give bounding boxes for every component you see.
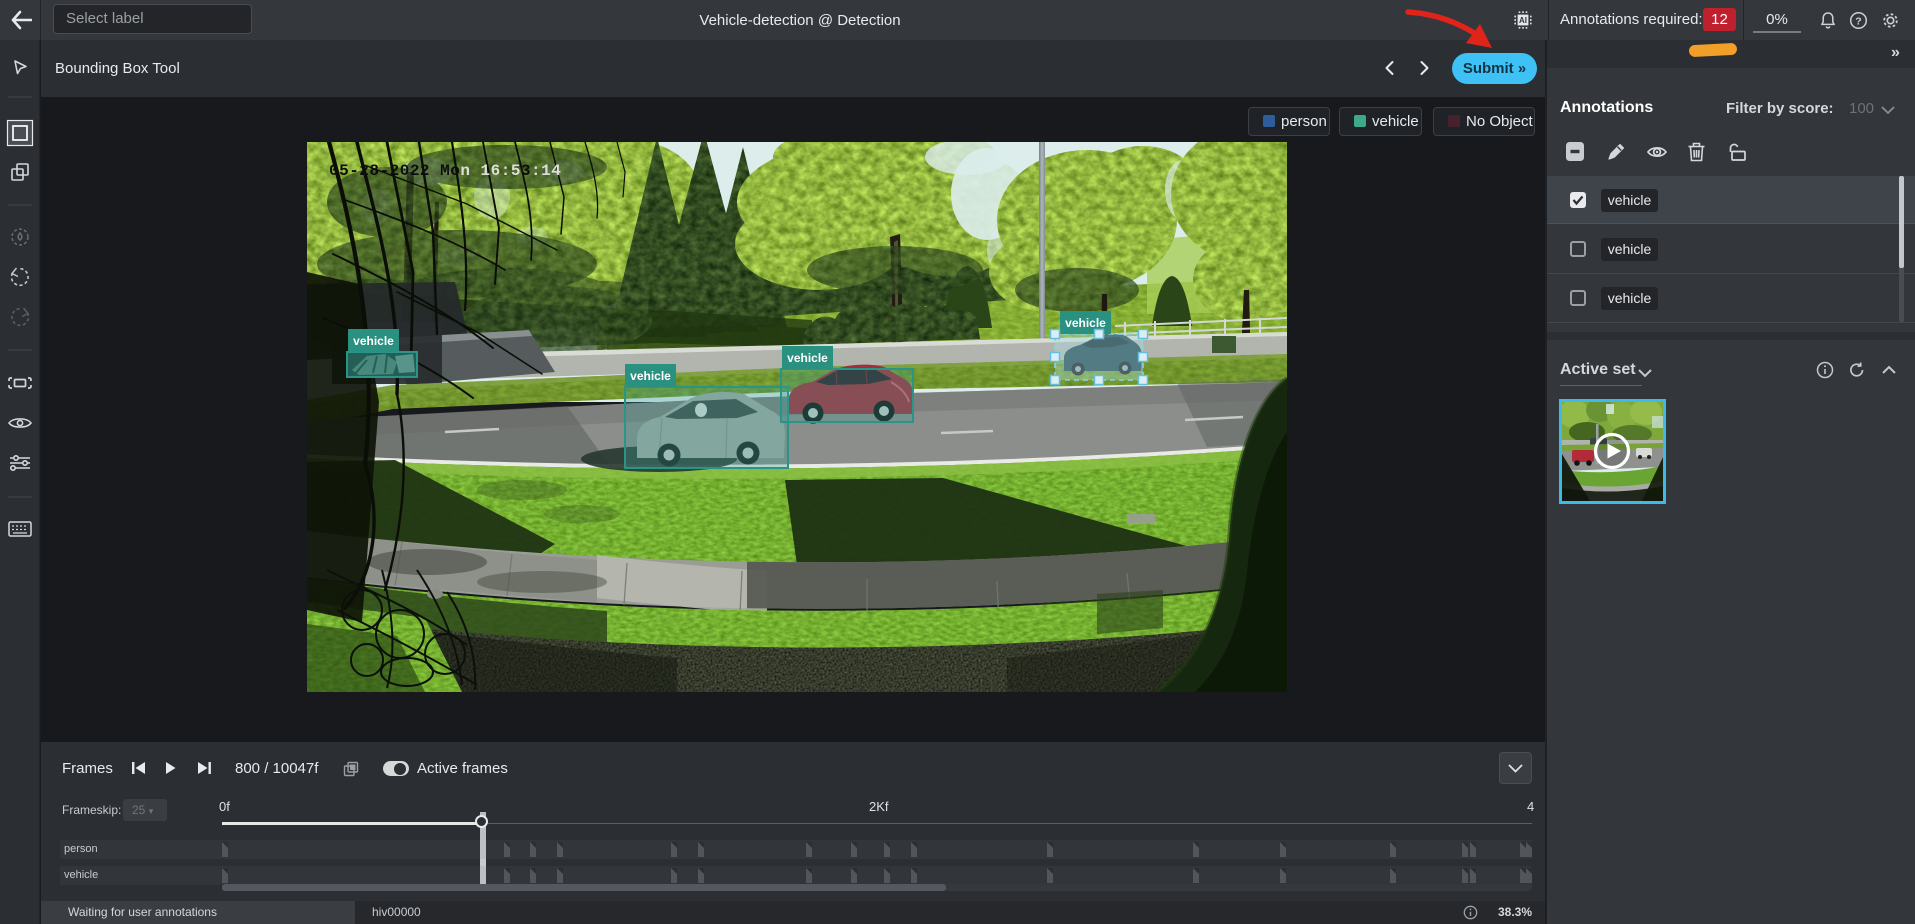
svg-text:AI: AI	[1519, 16, 1527, 25]
svg-text:vehicle: vehicle	[1065, 316, 1106, 330]
svg-text:vehicle: vehicle	[353, 334, 394, 348]
svg-text:vehicle: vehicle	[630, 369, 671, 383]
svg-text:05-28-2022 Mon 16:53:14: 05-28-2022 Mon 16:53:14	[329, 162, 561, 180]
svg-text:vehicle: vehicle	[787, 351, 828, 365]
svg-text:?: ?	[1855, 15, 1861, 27]
